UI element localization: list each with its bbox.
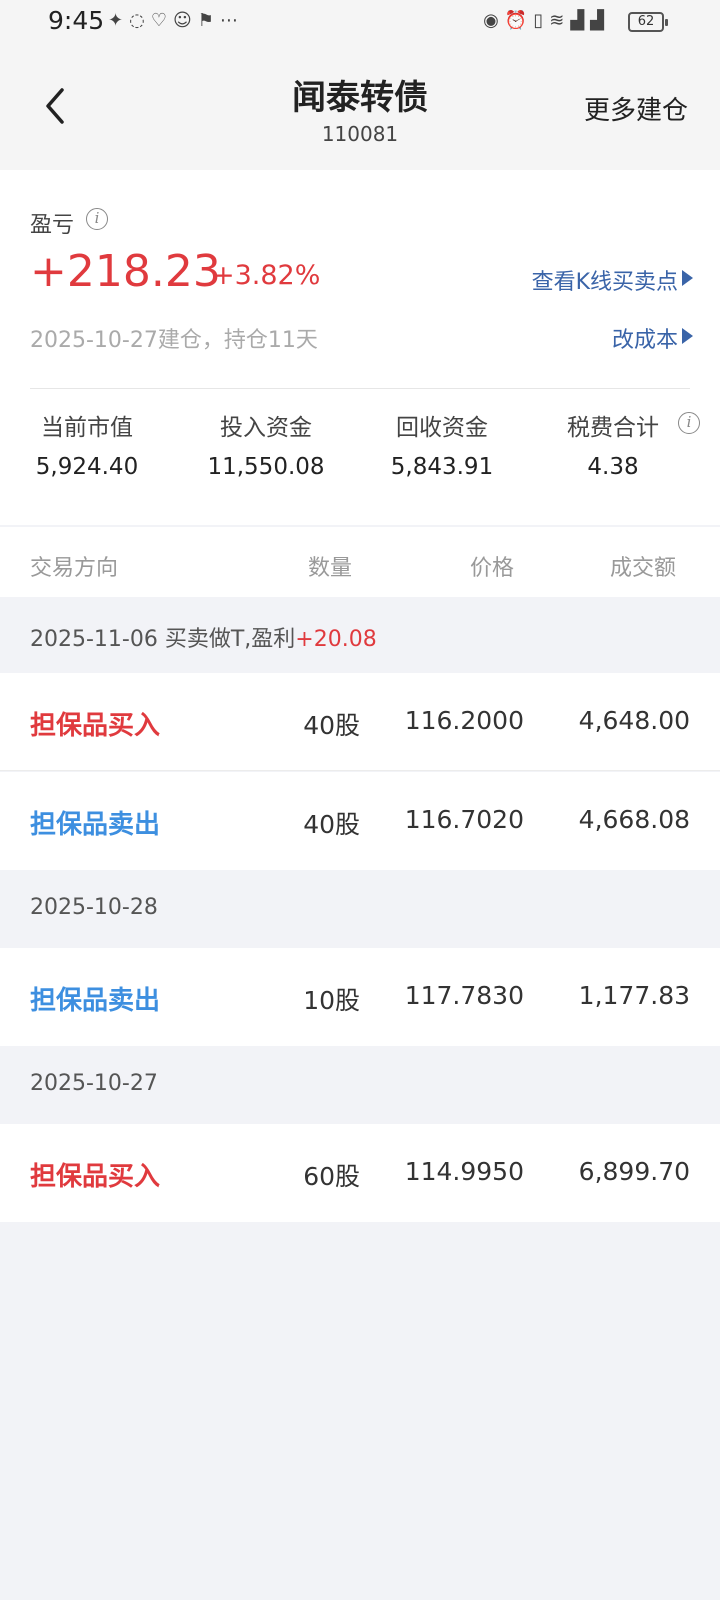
trade-qty: 40股 [303,711,360,740]
chevron-right-icon [682,328,693,344]
trade-price: 116.7020 [404,805,524,834]
info-icon[interactable]: i [678,412,700,434]
stat-value: 5,924.40 [35,454,139,480]
stat-invested: 投入资金 11,550.08 [181,408,351,480]
trade-price: 117.7830 [404,981,524,1010]
table-row[interactable]: 担保品买入 40股 116.2000 4,648.00 [0,673,720,771]
notification-icon: ◌ [129,10,151,31]
trade-qty: 10股 [303,986,360,1015]
battery-icon: 62 [628,12,668,32]
group-date: 2025-10-27 [30,1071,158,1096]
trade-direction: 担保品买入 [30,1162,161,1192]
stat-label: 回收资金 [396,415,488,441]
chevron-right-icon [682,270,693,286]
stat-fees: 税费合计 4.38 i [528,408,700,480]
stat-recovered: 回收资金 5,843.91 [357,408,527,480]
trade-group-header: 2025-10-27 [0,1046,720,1124]
trade-qty: 60股 [303,1162,360,1191]
wifi-icon: ≋ [549,10,571,31]
info-icon[interactable]: i [86,208,108,230]
trade-group-header: 2025-10-28 [0,870,720,948]
stat-value: 11,550.08 [207,454,325,480]
table-row[interactable]: 担保品卖出 10股 117.7830 1,177.83 [0,948,720,1046]
vibrate-icon: ▯ [533,10,550,31]
holding-since: 2025-10-27建仓，持仓11天 [30,328,318,353]
table-row[interactable]: 担保品卖出 40股 116.7020 4,668.08 [0,772,720,870]
col-qty: 数量 [307,556,352,581]
stat-label: 税费合计 [567,415,659,441]
stat-value: 5,843.91 [390,454,494,480]
notification-icon: ⚑ [197,10,220,31]
eye-icon: ◉ [483,10,505,31]
notification-icon: ♡ [150,10,173,31]
stat-label: 投入资金 [220,415,312,441]
trade-amount: 4,668.08 [578,805,690,834]
trade-group-header: 2025-11-06 买卖做T,盈利+20.08 [0,597,720,673]
pl-percent: +3.82% [212,260,321,291]
stat-label: 当前市值 [41,415,133,441]
trade-price: 116.2000 [404,706,524,735]
signal-icon: ▟ [590,10,610,31]
group-date: 2025-10-28 [30,895,158,920]
trade-direction: 担保品卖出 [30,810,161,840]
pl-value: +218.23 [30,246,221,297]
summary-card: 盈亏 i +218.23 +3.82% 查看K线买卖点 2025-10-27建仓… [0,170,720,525]
status-bar: 9:45 ✦◌♡☺⚑⋯ ◉⏰▯≋▟▟ 62 [0,0,720,44]
view-kline-link[interactable]: 查看K线买卖点 [532,264,678,296]
group-profit: +20.08 [295,627,377,652]
system-icons: ◉⏰▯≋▟▟ [483,10,610,31]
stat-value: 4.38 [587,454,639,480]
notification-icon: ☺ [172,10,198,31]
trade-direction: 担保品卖出 [30,986,161,1016]
more-icon: ⋯ [219,10,244,31]
trade-amount: 4,648.00 [578,706,690,735]
alarm-icon: ⏰ [504,10,534,31]
group-date: 2025-11-06 买卖做T,盈利+20.08 [30,621,377,653]
pl-label: 盈亏 i [30,207,108,239]
status-time: 9:45 [48,6,105,35]
trade-qty: 40股 [303,810,360,839]
trade-direction: 担保品买入 [30,711,161,741]
more-positions-button[interactable]: 更多建仓 [584,90,688,127]
col-amount: 成交额 [609,556,676,581]
trade-amount: 1,177.83 [578,981,690,1010]
stat-market-value: 当前市值 5,924.40 [2,408,172,480]
trade-table-header: 交易方向 数量 价格 成交额 [0,527,720,597]
edit-cost-link[interactable]: 改成本 [612,322,678,354]
divider [30,388,690,389]
pl-label-text: 盈亏 [30,213,75,238]
table-row[interactable]: 担保品买入 60股 114.9950 6,899.70 [0,1124,720,1222]
trade-price: 114.9950 [404,1157,524,1186]
trade-amount: 6,899.70 [578,1157,690,1186]
col-price: 价格 [469,556,514,581]
notification-icons: ✦◌♡☺⚑⋯ [108,10,244,31]
col-direction: 交易方向 [30,556,119,581]
nav-header: 闻泰转债 110081 更多建仓 [0,44,720,170]
signal-icon: ▟ [570,10,591,31]
group-date-text: 2025-11-06 买卖做T,盈利 [30,627,296,652]
notification-icon: ✦ [108,10,130,31]
